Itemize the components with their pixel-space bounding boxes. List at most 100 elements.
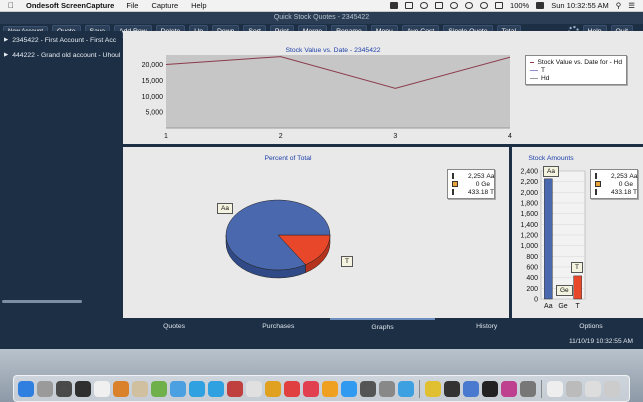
menu-file[interactable]: File [126,1,138,10]
dock-app-icon[interactable] [56,380,72,397]
dock-app-icon[interactable] [425,380,441,397]
dock-app-icon[interactable] [547,380,563,397]
status-settings-icon[interactable] [420,2,429,9]
dock-separator [541,379,542,398]
dock-app-icon[interactable] [303,380,319,397]
dock-app-icon[interactable] [501,380,517,397]
bar-label-t: T [571,262,583,273]
legend-item: 2,253 Aa [595,172,637,180]
dock-app-icon[interactable] [360,380,376,397]
dock-app-icon[interactable] [189,380,205,397]
status-bluetooth-icon[interactable] [465,2,474,9]
dock-app-icon[interactable] [341,380,357,397]
y-tick-label: 200 [526,286,538,293]
y-tick-label: 600 [526,265,538,272]
status-volume-icon[interactable] [495,2,504,9]
legend-name: T [490,188,495,196]
account-label: 2345422 - First Account - First Acc [12,36,117,44]
bar [544,178,553,300]
dock-app-icon[interactable] [284,380,300,397]
dock-app-icon[interactable] [246,380,262,397]
legend-line-swatch [530,77,538,79]
bar [573,275,582,300]
account-label: 444222 - Grand old account - Uhoul [12,51,121,59]
dock-app-icon[interactable] [265,380,281,397]
dock-app-icon[interactable] [482,380,498,397]
legend-value: 433.18 [611,188,632,196]
status-clock[interactable]: Sun 10:32:55 AM [551,1,609,10]
status-wifi-icon[interactable] [480,2,489,9]
status-time-machine-icon[interactable] [450,2,459,9]
x-tick-label: 1 [164,133,168,140]
legend-name: Ge [624,180,633,188]
legend-item: 433.18 T [452,188,494,196]
status-doc-icon[interactable] [405,2,414,9]
pie-label-aa: Aa [217,203,233,214]
dock-app-icon[interactable] [170,380,186,397]
tab-purchases[interactable]: Purchases [226,318,330,335]
menu-help[interactable]: Help [191,1,206,10]
dock [13,375,630,402]
legend-label: Stock Value vs. Date for - Hd [537,58,622,66]
y-tick-label: 1,800 [520,201,538,208]
status-datetime: 11/10/19 10:32:55 AM [568,338,633,345]
tab-options[interactable]: Options [539,318,643,335]
legend-name: Ge [481,180,490,188]
apple-icon[interactable]:  [8,1,18,10]
tab-history[interactable]: History [435,318,539,335]
menu-list-icon[interactable]: ☰ [628,1,635,10]
bar-label-aa: Aa [543,166,559,177]
pie-chart-legend: 2,253 Aa 0 Ge 433.18 T [447,169,495,199]
dock-app-icon[interactable] [151,380,167,397]
disclosure-triangle-icon[interactable]: ▶ [4,37,8,43]
dock-app-icon[interactable] [398,380,414,397]
x-tick-label: 4 [508,133,512,140]
x-tick-label: Aa [544,303,553,310]
menu-app-name[interactable]: Ondesoft ScreenCapture [26,1,114,10]
legend-name: Aa [629,172,638,180]
account-item[interactable]: ▶ 444222 - Grand old account - Uhoul [0,49,122,61]
dock-app-icon[interactable] [208,380,224,397]
dock-app-icon[interactable] [520,380,536,397]
bottom-tab-bar: Quotes Purchases Graphs History Options [122,318,643,335]
bar-chart-pane: Stock Amounts 0 200 400 600 800 1,000 1,200 1,4… [512,147,643,318]
dock-app-icon[interactable] [75,380,91,397]
dock-app-icon[interactable] [379,380,395,397]
dock-app-icon[interactable] [18,380,34,397]
line-chart-legend: Stock Value vs. Date for - Hd T Hd [525,55,627,85]
battery-icon[interactable] [536,2,545,9]
tab-quotes[interactable]: Quotes [122,318,226,335]
pie-label-t: T [341,256,353,267]
disclosure-triangle-icon[interactable]: ▶ [4,52,8,58]
status-app-icon[interactable] [390,2,399,9]
y-tick-label: 2,000 [520,190,538,197]
tab-graphs[interactable]: Graphs [330,318,435,335]
dock-app-icon[interactable] [227,380,243,397]
y-tick-label: 1,200 [520,233,538,240]
status-battery-text[interactable]: 100% [510,1,529,10]
legend-value: 2,253 [468,172,485,180]
menu-capture[interactable]: Capture [151,1,178,10]
horizontal-scrollbar[interactable] [2,300,82,303]
legend-swatch [452,189,454,195]
account-item[interactable]: ▶ 2345422 - First Account - First Acc [0,34,122,46]
dock-app-icon[interactable] [94,380,110,397]
dock-app-icon[interactable] [566,380,582,397]
spotlight-icon[interactable]: ⚲ [616,1,622,10]
dock-app-icon[interactable] [585,380,601,397]
dock-app-icon[interactable] [113,380,129,397]
dock-app-icon[interactable] [444,380,460,397]
y-tick-label: 800 [526,254,538,261]
x-tick-label: Ge [558,303,567,310]
legend-item: Hd [530,74,622,82]
status-display-icon[interactable] [435,2,444,9]
dock-app-icon[interactable] [132,380,148,397]
x-tick-label: 3 [393,133,397,140]
dock-app-icon[interactable] [604,380,620,397]
legend-line-swatch [530,69,538,71]
dock-app-icon[interactable] [322,380,338,397]
y-tick-label: 2,400 [520,169,538,176]
dock-app-icon[interactable] [37,380,53,397]
dock-app-icon[interactable] [463,380,479,397]
legend-label: T [541,66,546,74]
